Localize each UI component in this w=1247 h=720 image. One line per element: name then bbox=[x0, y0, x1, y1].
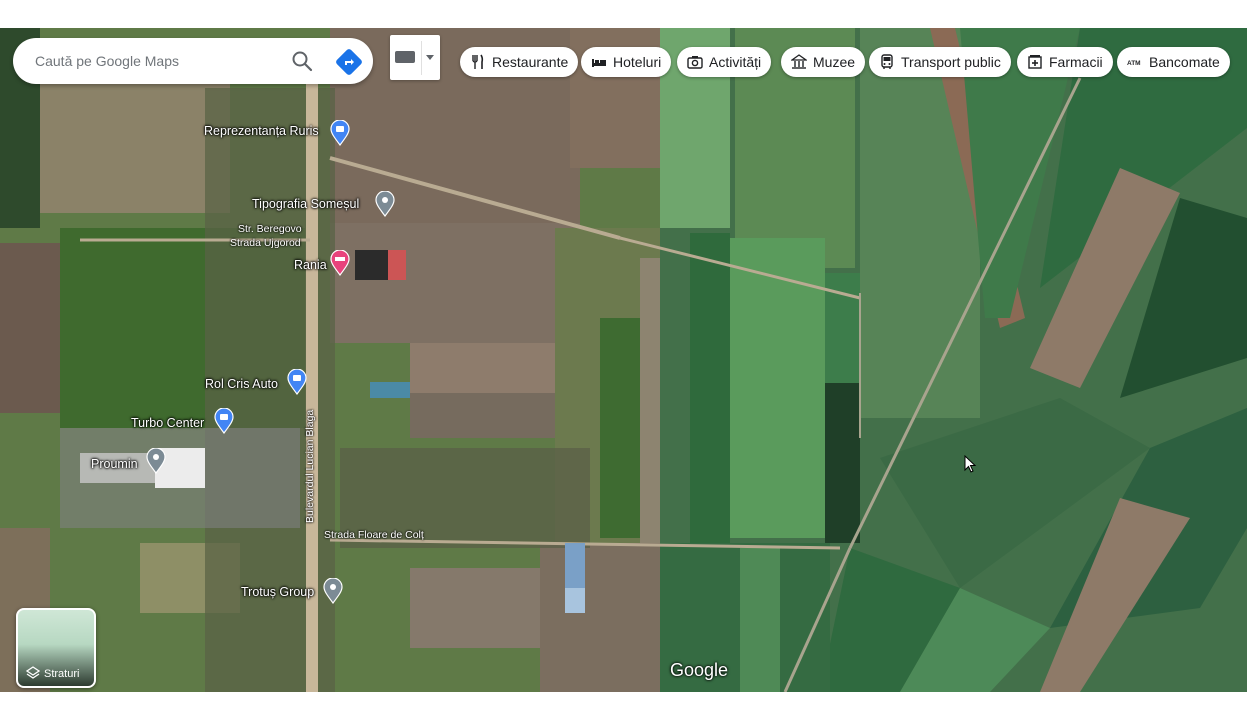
svg-text:ATM: ATM bbox=[1127, 60, 1141, 67]
place-label-turbo-center[interactable]: Turbo Center bbox=[131, 416, 204, 430]
hotel-pin-icon[interactable] bbox=[330, 250, 350, 276]
search-icon[interactable] bbox=[289, 48, 315, 74]
satellite-map[interactable]: Reprezentanța Ruris Tipografia Someșul S… bbox=[0, 28, 1247, 692]
directions-icon[interactable] bbox=[335, 48, 363, 76]
museum-icon bbox=[791, 54, 807, 70]
input-tools-button[interactable] bbox=[390, 35, 440, 80]
chip-farmacii[interactable]: Farmacii bbox=[1017, 47, 1113, 77]
search-input[interactable]: Caută pe Google Maps bbox=[35, 53, 179, 69]
satellite-imagery bbox=[0, 28, 1247, 692]
mouse-cursor-icon bbox=[964, 455, 977, 473]
chip-transport-public[interactable]: Transport public bbox=[869, 47, 1011, 77]
place-label-rania[interactable]: Rania bbox=[294, 258, 327, 272]
chip-label: Restaurante bbox=[492, 54, 569, 70]
bed-icon bbox=[591, 54, 607, 70]
street-label-ujgorod: Strada Ujgorod bbox=[230, 237, 301, 249]
chip-bancomate[interactable]: ATM Bancomate bbox=[1117, 47, 1230, 77]
shopping-bag-pin-icon[interactable] bbox=[287, 369, 307, 395]
search-bar[interactable]: Caută pe Google Maps bbox=[13, 38, 373, 84]
street-label-beregovo: Str. Beregovo bbox=[238, 223, 302, 235]
generic-pin-icon[interactable] bbox=[146, 448, 166, 474]
chip-label: Bancomate bbox=[1149, 54, 1220, 70]
generic-pin-icon[interactable] bbox=[323, 578, 343, 604]
fork-knife-icon bbox=[470, 54, 486, 70]
place-label-rol-cris-auto[interactable]: Rol Cris Auto bbox=[205, 377, 278, 391]
shopping-bag-pin-icon[interactable] bbox=[214, 408, 234, 434]
keyboard-icon[interactable] bbox=[395, 51, 415, 63]
chip-label: Hoteluri bbox=[613, 54, 662, 70]
chip-label: Muzee bbox=[813, 54, 856, 70]
chevron-down-icon[interactable] bbox=[426, 55, 434, 60]
shopping-bag-pin-icon[interactable] bbox=[330, 120, 350, 146]
google-logo: Google bbox=[670, 660, 729, 680]
layers-label: Straturi bbox=[44, 668, 80, 680]
layers-icon bbox=[26, 666, 40, 679]
pharmacy-icon bbox=[1027, 54, 1043, 70]
street-label-blaga: Bulevardul Lucian Blaga bbox=[304, 409, 316, 523]
chip-activitati[interactable]: Activități bbox=[677, 47, 772, 77]
bus-icon bbox=[879, 54, 895, 70]
place-label-reprezentanta-ruris[interactable]: Reprezentanța Ruris bbox=[204, 124, 319, 138]
camera-icon bbox=[687, 54, 703, 70]
chip-label: Farmacii bbox=[1049, 54, 1103, 70]
place-label-proumin[interactable]: Proumin bbox=[91, 457, 138, 471]
place-label-tipografia-somesul[interactable]: Tipografia Someșul bbox=[252, 197, 359, 211]
chip-restaurante[interactable]: Restaurante bbox=[460, 47, 579, 77]
chip-label: Transport public bbox=[901, 54, 1001, 70]
divider bbox=[421, 41, 422, 75]
generic-pin-icon[interactable] bbox=[375, 191, 395, 217]
chip-label: Activități bbox=[709, 54, 762, 70]
chip-muzee[interactable]: Muzee bbox=[781, 47, 866, 77]
place-label-trotus-group[interactable]: Trotuș Group bbox=[241, 585, 314, 599]
layers-button[interactable]: Straturi bbox=[16, 608, 96, 688]
chip-hoteluri[interactable]: Hoteluri bbox=[581, 47, 672, 77]
atm-icon: ATM bbox=[1127, 54, 1143, 70]
street-label-floare: Strada Floare de Colț bbox=[324, 529, 424, 541]
